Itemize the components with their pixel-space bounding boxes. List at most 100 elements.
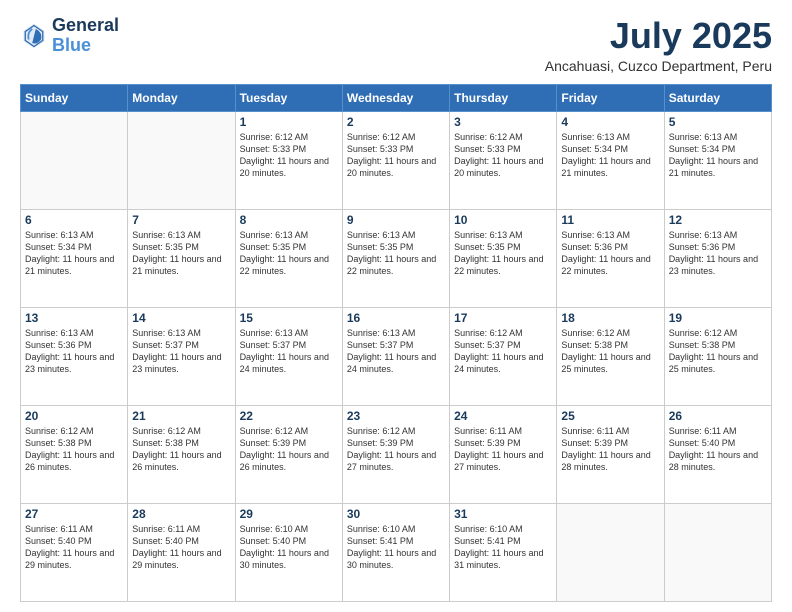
day-info: Sunrise: 6:11 AM Sunset: 5:39 PM Dayligh… (454, 425, 552, 474)
calendar-cell: 2 Sunrise: 6:12 AM Sunset: 5:33 PM Daylig… (342, 111, 449, 209)
day-info: Sunrise: 6:13 AM Sunset: 5:36 PM Dayligh… (25, 327, 123, 376)
day-info: Sunrise: 6:13 AM Sunset: 5:37 PM Dayligh… (240, 327, 338, 376)
calendar-cell: 23Sunrise: 6:12 AM Sunset: 5:39 PM Dayli… (342, 405, 449, 503)
weekday-header-row: Sunday Monday Tuesday Wednesday Thursday… (21, 84, 772, 111)
day-info: Sunrise: 6:12 AM Sunset: 5:33 PM Dayligh… (240, 131, 338, 180)
day-number: 18 (561, 311, 659, 325)
header-sunday: Sunday (21, 84, 128, 111)
day-info: Sunrise: 6:12 AM Sunset: 5:39 PM Dayligh… (240, 425, 338, 474)
header-thursday: Thursday (450, 84, 557, 111)
day-info: Sunrise: 6:10 AM Sunset: 5:40 PM Dayligh… (240, 523, 338, 572)
calendar-cell: 7Sunrise: 6:13 AM Sunset: 5:35 PM Daylig… (128, 209, 235, 307)
day-number: 27 (25, 507, 123, 521)
header: General Blue July 2025 Ancahuasi, Cuzco … (20, 16, 772, 74)
week-row-4: 20 Sunrise: 6:12 AM Sunset: 5:38 PM Dayli… (21, 405, 772, 503)
calendar-cell: 30 Sunrise: 6:10 AM Sunset: 5:41 PM Dayli… (342, 503, 449, 601)
logo-text: General Blue (52, 16, 119, 56)
day-number: 5 (669, 115, 767, 129)
logo: General Blue (20, 16, 119, 56)
header-friday: Friday (557, 84, 664, 111)
day-number: 23 (347, 409, 445, 423)
day-number: 8 (240, 213, 338, 227)
calendar-cell: 9 Sunrise: 6:13 AM Sunset: 5:35 PM Daylig… (342, 209, 449, 307)
calendar-cell (664, 503, 771, 601)
day-number: 30 (347, 507, 445, 521)
day-number: 20 (25, 409, 123, 423)
calendar-cell: 11Sunrise: 6:13 AM Sunset: 5:36 PM Dayli… (557, 209, 664, 307)
day-info: Sunrise: 6:13 AM Sunset: 5:35 PM Dayligh… (347, 229, 445, 278)
day-number: 12 (669, 213, 767, 227)
calendar-cell: 12 Sunrise: 6:13 AM Sunset: 5:36 PM Dayli… (664, 209, 771, 307)
header-wednesday: Wednesday (342, 84, 449, 111)
header-saturday: Saturday (664, 84, 771, 111)
day-number: 13 (25, 311, 123, 325)
calendar-table: Sunday Monday Tuesday Wednesday Thursday… (20, 84, 772, 602)
calendar-cell: 13 Sunrise: 6:13 AM Sunset: 5:36 PM Dayli… (21, 307, 128, 405)
calendar-cell: 4 Sunrise: 6:13 AM Sunset: 5:34 PM Daylig… (557, 111, 664, 209)
day-number: 2 (347, 115, 445, 129)
day-number: 19 (669, 311, 767, 325)
day-number: 4 (561, 115, 659, 129)
logo-line1: General (52, 16, 119, 36)
day-info: Sunrise: 6:11 AM Sunset: 5:40 PM Dayligh… (669, 425, 767, 474)
day-number: 24 (454, 409, 552, 423)
day-info: Sunrise: 6:13 AM Sunset: 5:34 PM Dayligh… (561, 131, 659, 180)
calendar-cell: 26 Sunrise: 6:11 AM Sunset: 5:40 PM Dayli… (664, 405, 771, 503)
day-info: Sunrise: 6:10 AM Sunset: 5:41 PM Dayligh… (347, 523, 445, 572)
day-number: 26 (669, 409, 767, 423)
calendar-cell: 22 Sunrise: 6:12 AM Sunset: 5:39 PM Dayli… (235, 405, 342, 503)
title-block: July 2025 Ancahuasi, Cuzco Department, P… (545, 16, 772, 74)
day-number: 15 (240, 311, 338, 325)
day-number: 10 (454, 213, 552, 227)
calendar-cell: 31Sunrise: 6:10 AM Sunset: 5:41 PM Dayli… (450, 503, 557, 601)
day-number: 21 (132, 409, 230, 423)
week-row-2: 6Sunrise: 6:13 AM Sunset: 5:34 PM Daylig… (21, 209, 772, 307)
day-info: Sunrise: 6:13 AM Sunset: 5:35 PM Dayligh… (132, 229, 230, 278)
calendar-cell: 21 Sunrise: 6:12 AM Sunset: 5:38 PM Dayli… (128, 405, 235, 503)
day-info: Sunrise: 6:11 AM Sunset: 5:40 PM Dayligh… (132, 523, 230, 572)
calendar-cell: 25 Sunrise: 6:11 AM Sunset: 5:39 PM Dayli… (557, 405, 664, 503)
main-title: July 2025 (545, 16, 772, 56)
day-info: Sunrise: 6:13 AM Sunset: 5:36 PM Dayligh… (561, 229, 659, 278)
page: General Blue July 2025 Ancahuasi, Cuzco … (0, 0, 792, 612)
day-number: 14 (132, 311, 230, 325)
calendar-cell: 28 Sunrise: 6:11 AM Sunset: 5:40 PM Dayli… (128, 503, 235, 601)
day-info: Sunrise: 6:13 AM Sunset: 5:37 PM Dayligh… (347, 327, 445, 376)
logo-line2: Blue (52, 36, 119, 56)
day-number: 28 (132, 507, 230, 521)
week-row-1: 1 Sunrise: 6:12 AM Sunset: 5:33 PM Daylig… (21, 111, 772, 209)
week-row-3: 13 Sunrise: 6:13 AM Sunset: 5:36 PM Dayli… (21, 307, 772, 405)
day-number: 16 (347, 311, 445, 325)
calendar-cell: 18Sunrise: 6:12 AM Sunset: 5:38 PM Dayli… (557, 307, 664, 405)
day-info: Sunrise: 6:13 AM Sunset: 5:36 PM Dayligh… (669, 229, 767, 278)
header-monday: Monday (128, 84, 235, 111)
calendar-cell: 24 Sunrise: 6:11 AM Sunset: 5:39 PM Dayli… (450, 405, 557, 503)
day-info: Sunrise: 6:11 AM Sunset: 5:40 PM Dayligh… (25, 523, 123, 572)
calendar-cell: 5 Sunrise: 6:13 AM Sunset: 5:34 PM Daylig… (664, 111, 771, 209)
subtitle: Ancahuasi, Cuzco Department, Peru (545, 58, 772, 74)
day-info: Sunrise: 6:13 AM Sunset: 5:34 PM Dayligh… (25, 229, 123, 278)
logo-icon (20, 22, 48, 50)
calendar-cell: 15 Sunrise: 6:13 AM Sunset: 5:37 PM Dayli… (235, 307, 342, 405)
day-info: Sunrise: 6:12 AM Sunset: 5:33 PM Dayligh… (347, 131, 445, 180)
day-info: Sunrise: 6:13 AM Sunset: 5:35 PM Dayligh… (240, 229, 338, 278)
day-info: Sunrise: 6:13 AM Sunset: 5:35 PM Dayligh… (454, 229, 552, 278)
day-number: 31 (454, 507, 552, 521)
calendar-cell: 19 Sunrise: 6:12 AM Sunset: 5:38 PM Dayli… (664, 307, 771, 405)
day-info: Sunrise: 6:12 AM Sunset: 5:38 PM Dayligh… (669, 327, 767, 376)
day-info: Sunrise: 6:12 AM Sunset: 5:38 PM Dayligh… (132, 425, 230, 474)
day-number: 25 (561, 409, 659, 423)
day-number: 17 (454, 311, 552, 325)
calendar-cell: 6Sunrise: 6:13 AM Sunset: 5:34 PM Daylig… (21, 209, 128, 307)
day-number: 1 (240, 115, 338, 129)
week-row-5: 27 Sunrise: 6:11 AM Sunset: 5:40 PM Dayli… (21, 503, 772, 601)
day-info: Sunrise: 6:13 AM Sunset: 5:34 PM Dayligh… (669, 131, 767, 180)
calendar-cell: 10 Sunrise: 6:13 AM Sunset: 5:35 PM Dayli… (450, 209, 557, 307)
day-number: 22 (240, 409, 338, 423)
header-tuesday: Tuesday (235, 84, 342, 111)
day-info: Sunrise: 6:12 AM Sunset: 5:37 PM Dayligh… (454, 327, 552, 376)
calendar-cell (128, 111, 235, 209)
calendar-cell: 27 Sunrise: 6:11 AM Sunset: 5:40 PM Dayli… (21, 503, 128, 601)
day-number: 9 (347, 213, 445, 227)
day-info: Sunrise: 6:11 AM Sunset: 5:39 PM Dayligh… (561, 425, 659, 474)
